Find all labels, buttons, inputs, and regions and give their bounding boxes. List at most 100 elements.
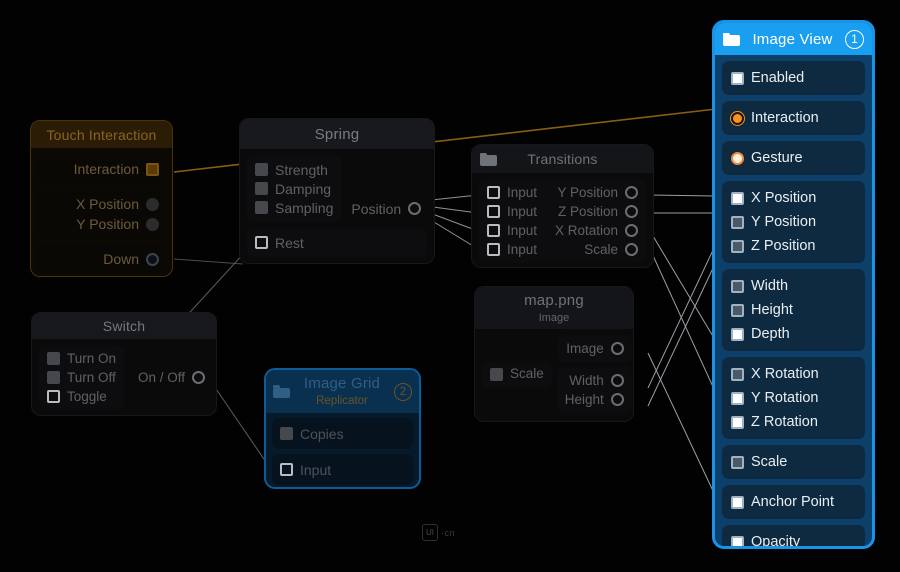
port-row-depth[interactable]: Depth: [731, 322, 856, 346]
port-row-opacity[interactable]: Opacity: [731, 530, 856, 546]
port-row-height[interactable]: Height: [565, 390, 624, 409]
port-row-input[interactable]: Input: [487, 183, 537, 202]
port-row-input[interactable]: Input: [487, 240, 537, 259]
checkbox-port-scale[interactable]: [490, 367, 503, 381]
node-header-image-grid[interactable]: Image Grid Replicator 2: [266, 370, 419, 413]
port-row-y-position[interactable]: Y Position: [557, 183, 638, 202]
port-row-width[interactable]: Width: [565, 371, 624, 390]
checkbox-port-input[interactable]: [487, 186, 500, 199]
port-row-y-position[interactable]: Y Position: [44, 214, 159, 234]
node-spring[interactable]: Spring Strength Damping Sampling Positio…: [239, 118, 435, 264]
port-row-y-position[interactable]: Y Position: [731, 210, 856, 234]
port-row-turn-off[interactable]: Turn Off: [47, 368, 116, 387]
port-row-y-rotation[interactable]: Y Rotation: [731, 386, 856, 410]
port-row-input[interactable]: Input: [487, 221, 537, 240]
checkbox-port-scale[interactable]: [731, 455, 744, 469]
port-row-anchor-point[interactable]: Anchor Point: [731, 490, 856, 514]
node-header-touch-interaction[interactable]: Touch Interaction: [31, 121, 172, 148]
checkbox-port-y-rotation[interactable]: [731, 391, 744, 405]
port-row-strength[interactable]: Strength: [255, 160, 333, 179]
port-row-width[interactable]: Width: [731, 274, 856, 298]
checkbox-port-x-rotation[interactable]: [731, 367, 744, 381]
dot-port-y-position[interactable]: [146, 217, 159, 231]
checkbox-port-z-rotation[interactable]: [731, 415, 744, 429]
node-image-grid[interactable]: Image Grid Replicator 2 Copies Input: [264, 368, 421, 489]
port-row-input[interactable]: Input: [487, 202, 537, 221]
dot-port-width[interactable]: [610, 374, 624, 387]
checkbox-port-y-position[interactable]: [731, 215, 744, 229]
port-row-height[interactable]: Height: [731, 298, 856, 322]
node-touch-interaction[interactable]: Touch Interaction Interaction X Position: [30, 120, 173, 277]
port-row-z-rotation[interactable]: Z Rotation: [731, 410, 856, 434]
node-header-switch[interactable]: Switch: [32, 313, 216, 339]
node-graph-canvas[interactable]: Touch Interaction Interaction X Position: [0, 0, 900, 572]
checkbox-port-copies[interactable]: [280, 427, 293, 440]
port-row-scale[interactable]: Scale: [584, 240, 638, 259]
node-transitions[interactable]: Transitions Input Input Input Input Y Po…: [471, 144, 654, 268]
dot-port-x-position[interactable]: [146, 197, 159, 211]
node-header-transitions[interactable]: Transitions: [472, 145, 653, 173]
checkbox-port-opacity[interactable]: [731, 535, 744, 546]
checkbox-port-x-position[interactable]: [731, 191, 744, 205]
dot-port-image[interactable]: [610, 342, 624, 355]
dot-port-on-off[interactable]: [192, 371, 205, 384]
dot-port-interaction[interactable]: [731, 111, 744, 125]
checkbox-port-damping[interactable]: [255, 182, 268, 195]
port-row-turn-on[interactable]: Turn On: [47, 349, 116, 368]
checkbox-port-z-position[interactable]: [731, 239, 744, 253]
port-row-x-rotation[interactable]: X Rotation: [731, 362, 856, 386]
dot-port-y-position[interactable]: [625, 186, 638, 199]
port-row-on-off[interactable]: On / Off: [138, 368, 205, 387]
port-row-scale[interactable]: Scale: [731, 450, 856, 474]
checkbox-port-width[interactable]: [731, 279, 744, 293]
port-row-gesture[interactable]: Gesture: [731, 146, 856, 170]
port-row-down[interactable]: Down: [44, 249, 159, 269]
port-row-scale[interactable]: Scale: [490, 365, 544, 384]
node-switch[interactable]: Switch Turn On Turn Off Toggle On / Off: [31, 312, 217, 416]
port-row-copies[interactable]: Copies: [280, 423, 405, 444]
port-row-x-rotation[interactable]: X Rotation: [555, 221, 638, 240]
checkbox-port-depth[interactable]: [731, 327, 744, 341]
checkbox-port-toggle[interactable]: [47, 390, 60, 403]
checkbox-port-enabled[interactable]: [731, 71, 744, 85]
node-map-png[interactable]: map.png Image Scale Image Width Height: [474, 286, 634, 422]
port-row-z-position[interactable]: Z Position: [731, 234, 856, 258]
node-header-image-view[interactable]: Image View 1: [715, 23, 872, 55]
port-row-sampling[interactable]: Sampling: [255, 198, 333, 217]
checkbox-port-interaction[interactable]: [146, 162, 159, 176]
checkbox-port-turn-on[interactable]: [47, 352, 60, 365]
dot-port-z-position[interactable]: [625, 205, 638, 218]
checkbox-port-sampling[interactable]: [255, 201, 268, 214]
port-row-rest[interactable]: Rest: [255, 233, 419, 252]
checkbox-port-input[interactable]: [487, 205, 500, 218]
checkbox-port-turn-off[interactable]: [47, 371, 60, 384]
checkbox-port-height[interactable]: [731, 303, 744, 317]
checkbox-port-rest[interactable]: [255, 236, 268, 249]
node-image-view[interactable]: Image View 1 Enabled Interaction Gesture…: [712, 20, 875, 549]
port-row-z-position[interactable]: Z Position: [558, 202, 638, 221]
dot-port-down[interactable]: [146, 252, 159, 266]
dot-port-position[interactable]: [408, 202, 422, 215]
port-row-damping[interactable]: Damping: [255, 179, 333, 198]
checkbox-port-input[interactable]: [487, 224, 500, 237]
node-header-map-png[interactable]: map.png Image: [475, 287, 633, 329]
checkbox-port-strength[interactable]: [255, 163, 268, 176]
port-label: Width: [751, 277, 789, 294]
port-row-interaction[interactable]: Interaction: [731, 106, 856, 130]
port-row-enabled[interactable]: Enabled: [731, 66, 856, 90]
port-row-x-position[interactable]: X Position: [44, 194, 159, 214]
checkbox-port-input[interactable]: [487, 243, 500, 256]
port-row-toggle[interactable]: Toggle: [47, 387, 116, 406]
port-row-position[interactable]: Position: [351, 199, 422, 218]
port-row-interaction[interactable]: Interaction: [44, 159, 159, 179]
dot-port-gesture[interactable]: [731, 151, 744, 165]
port-row-x-position[interactable]: X Position: [731, 186, 856, 210]
port-row-input[interactable]: Input: [280, 459, 405, 480]
dot-port-height[interactable]: [610, 393, 624, 406]
port-row-image[interactable]: Image: [565, 339, 624, 358]
checkbox-port-anchor-point[interactable]: [731, 495, 744, 509]
dot-port-scale[interactable]: [625, 243, 638, 256]
node-header-spring[interactable]: Spring: [240, 119, 434, 149]
checkbox-port-input[interactable]: [280, 463, 293, 476]
dot-port-x-rotation[interactable]: [625, 224, 638, 237]
